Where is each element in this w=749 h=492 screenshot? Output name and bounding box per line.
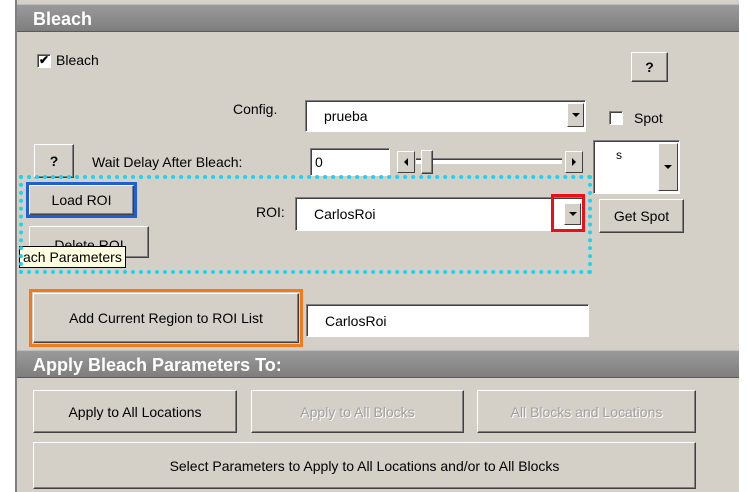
arrow-right-icon [572,158,576,166]
arrow-left-icon [404,158,408,166]
wait-unit-dropdown-arrow[interactable] [658,143,678,191]
region-name-value: CarlosRoi [325,312,387,329]
help-button-wait[interactable]: ? [34,144,74,178]
apply-all-blocks-button[interactable]: Apply to All Blocks [251,390,464,433]
wait-delay-label: Wait Delay After Bleach: [92,154,243,170]
region-name-input[interactable]: CarlosRoi [306,304,589,337]
chevron-down-icon [664,165,672,169]
config-label: Config. [233,101,278,117]
apply-section-header: Apply Bleach Parameters To: [17,350,739,378]
apply-all-locations-button[interactable]: Apply to All Locations [33,390,237,433]
chevron-down-icon [571,113,580,117]
select-parameters-button[interactable]: Select Parameters to Apply to All Locati… [33,442,696,489]
config-dropdown[interactable]: prueba [305,100,586,132]
wait-unit-dropdown[interactable]: s [593,140,680,194]
wait-delay-input[interactable]: 0 [310,148,390,176]
spot-checkbox[interactable] [609,111,623,125]
wait-delay-value: 0 [315,154,323,170]
slider-increment-button[interactable] [565,151,583,173]
config-value: prueba [324,108,368,124]
bleach-section-header: Bleach [17,4,739,32]
all-blocks-and-locations-button[interactable]: All Blocks and Locations [477,390,696,433]
slider-decrement-button[interactable] [397,151,415,173]
bleach-checkbox[interactable]: ✔ [37,54,51,68]
get-spot-button[interactable]: Get Spot [599,199,684,233]
dotted-region-highlight [19,175,592,274]
left-rail [15,0,17,492]
help-button[interactable]: ? [631,52,668,82]
spot-label: Spot [634,110,663,126]
wait-delay-slider-thumb[interactable] [421,150,433,174]
config-dropdown-arrow[interactable] [567,103,584,127]
add-region-highlight [29,289,303,347]
wait-delay-slider-track[interactable] [416,158,562,164]
bleach-checkbox-label: Bleach [56,52,99,68]
wait-unit-value: s [616,148,622,162]
